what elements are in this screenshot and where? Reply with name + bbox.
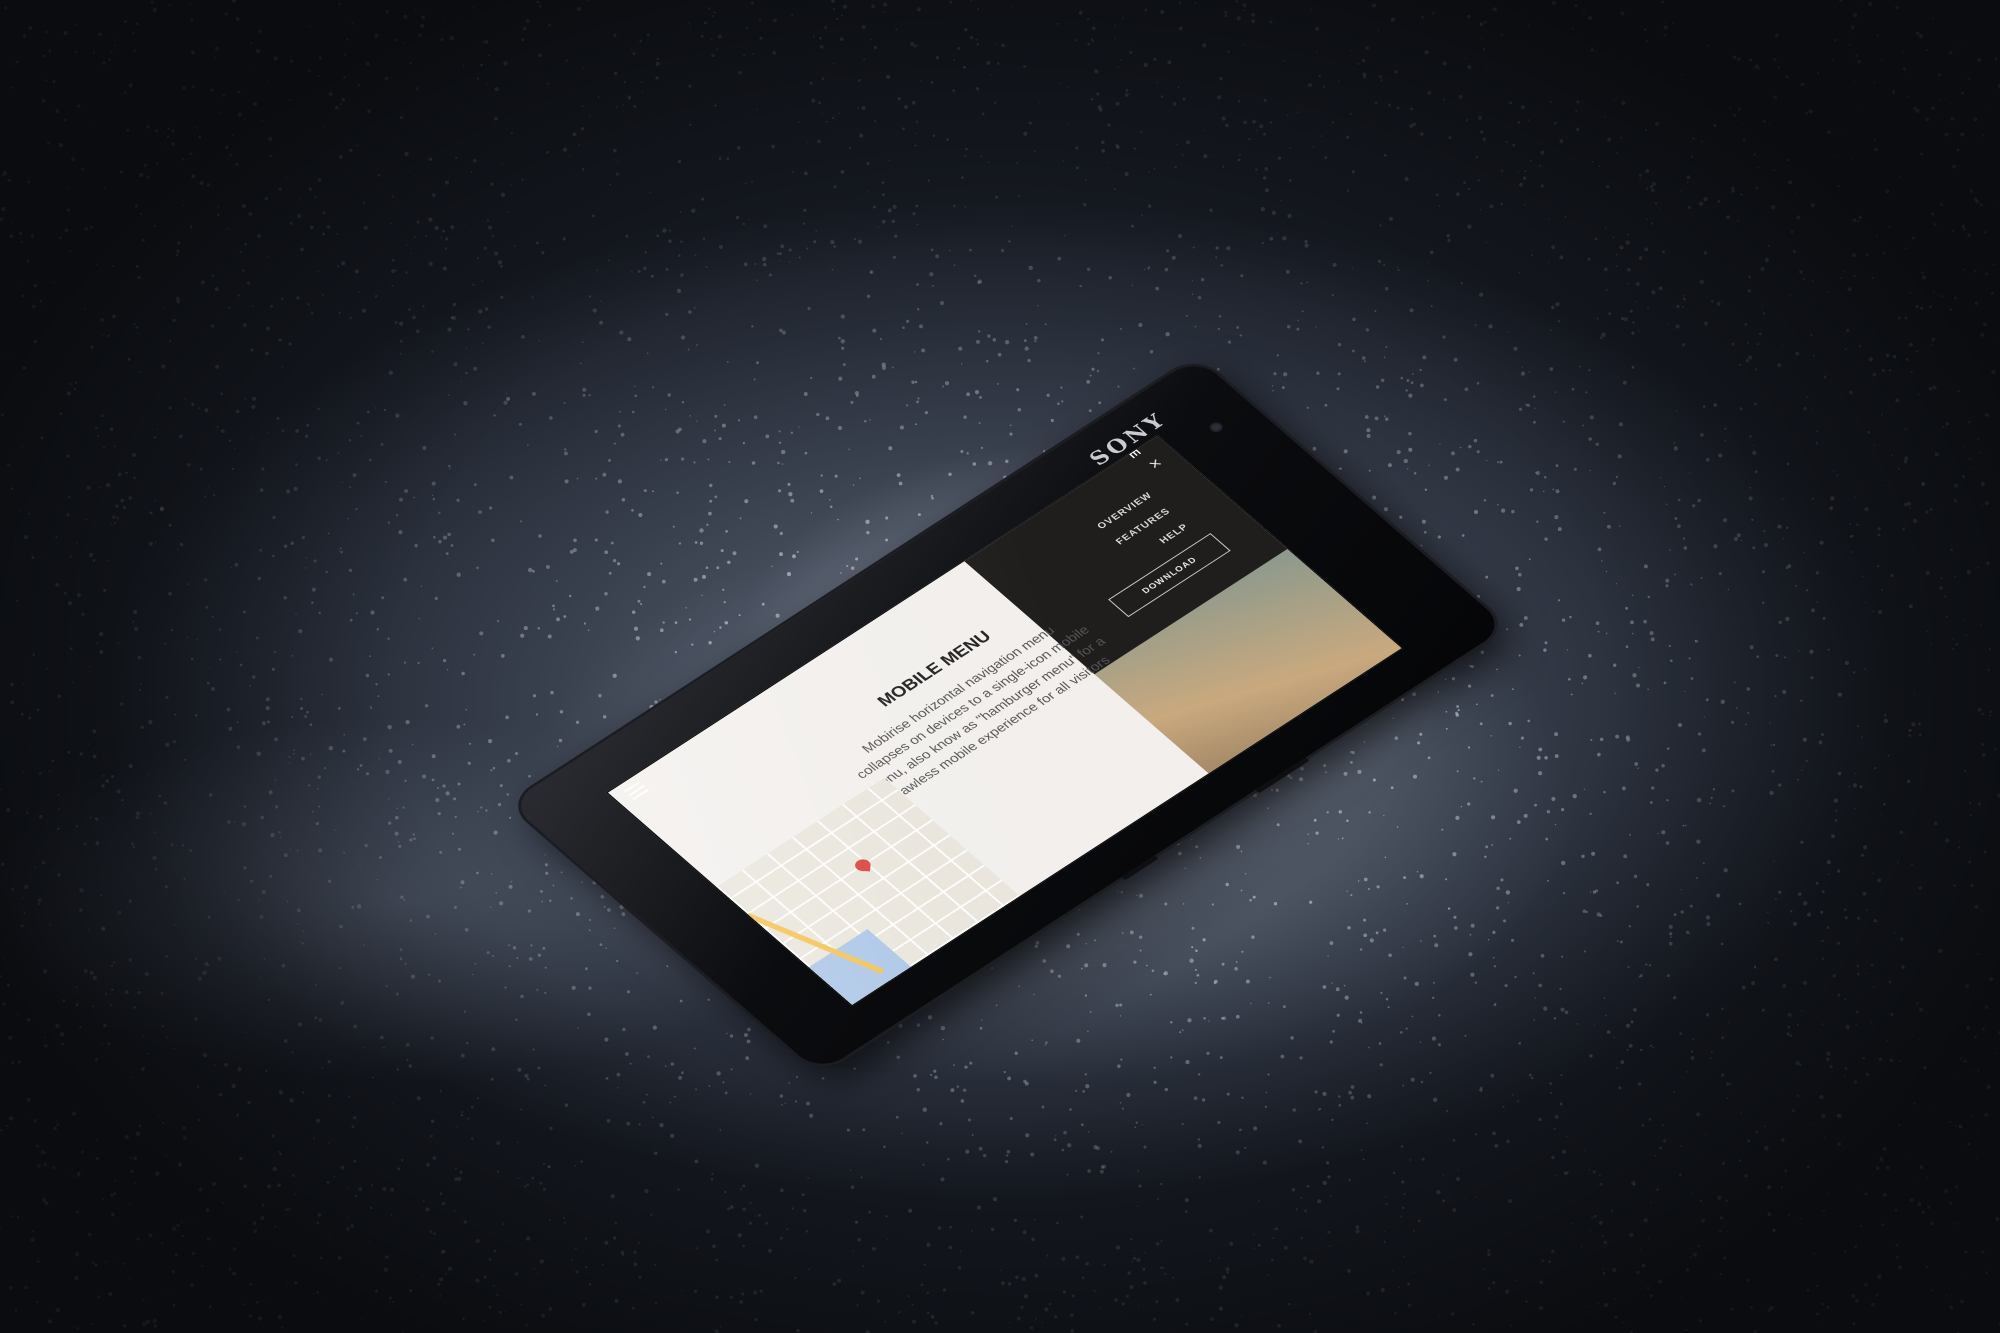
map-pin-icon — [854, 858, 872, 872]
front-camera-icon — [1206, 420, 1226, 435]
mobile-menu-section: MOBILE MENU Mobirise horizontal navigati… — [810, 586, 1126, 809]
close-icon[interactable]: × — [1144, 455, 1168, 474]
gravel-surface-background: SONY × OVERVIEW FEATURES HELP DOWNLOAD M… — [0, 0, 2000, 1333]
hamburger-menu-icon[interactable] — [623, 781, 650, 800]
map-embed[interactable] — [716, 777, 1020, 1005]
map-water — [808, 929, 911, 1005]
